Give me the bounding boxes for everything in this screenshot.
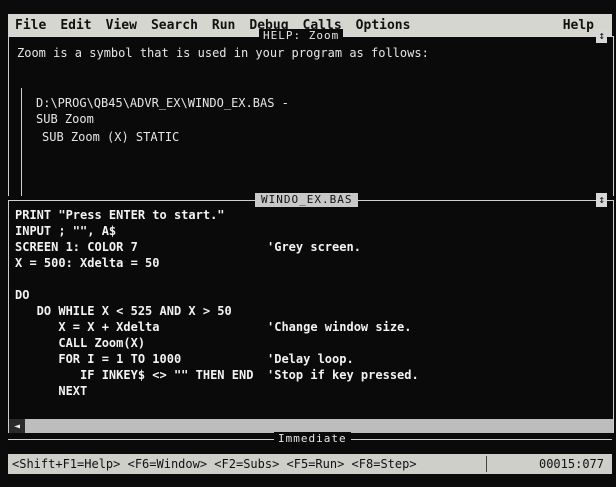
immediate-title-bar: Immediate — [8, 432, 612, 446]
code-text: DO WHILE X < 525 AND X > 50 — [15, 304, 232, 318]
horizontal-scrollbar[interactable]: ◄ — [9, 419, 613, 433]
code-line[interactable]: DO — [15, 287, 253, 303]
help-tree-sub[interactable]: SUB Zoom — [36, 112, 94, 127]
code-line[interactable]: FOR I = 1 TO 1000 — [15, 351, 253, 367]
help-tree-declaration[interactable]: SUB Zoom (X) STATIC — [42, 130, 179, 145]
code-line[interactable]: DO WHILE X < 525 AND X > 50 — [15, 303, 253, 319]
code-comment: 'Change window size. — [267, 320, 412, 334]
code-text: INPUT ; "", A$ — [15, 224, 117, 238]
code-editor[interactable]: PRINT "Press ENTER to start." INPUT ; "",… — [15, 207, 419, 399]
code-comment: 'Delay loop. — [267, 352, 354, 366]
code-line[interactable]: IF INKEY$ <> "" THEN END — [15, 367, 253, 383]
menu-file[interactable]: File — [8, 18, 53, 33]
maximize-icon[interactable]: ↕ — [596, 193, 607, 207]
code-text: DO — [15, 288, 30, 302]
help-tree-path[interactable]: D:\PROG\QB45\ADVR_EX\WINDO_EX.BAS - — [36, 96, 289, 111]
menu-options[interactable]: Options — [349, 18, 418, 33]
code-comment: 'Stop if key pressed. — [267, 368, 419, 382]
menu-search[interactable]: Search — [144, 18, 205, 33]
code-text: CALL Zoom(X) — [15, 336, 146, 350]
code-text: NEXT — [15, 384, 88, 398]
code-line[interactable]: SCREEN 1: COLOR 7 — [15, 239, 253, 255]
code-text: X = X + Xdelta — [15, 320, 160, 334]
status-bar: <Shift+F1=Help> <F6=Window> <F2=Subs> <F… — [8, 454, 612, 474]
shortcut-keys: <Shift+F1=Help> <F6=Window> <F2=Subs> <F… — [12, 456, 417, 471]
code-line[interactable]: NEXT — [15, 383, 253, 399]
code-line[interactable]: PRINT "Press ENTER to start." — [15, 207, 253, 223]
code-text: FOR I = 1 TO 1000 — [15, 352, 182, 366]
editor-title-bar: WINDO_EX.BAS ↕ — [9, 193, 613, 207]
status-divider — [486, 456, 487, 472]
code-line[interactable]: INPUT ; "", A$ — [15, 223, 253, 239]
editor-window[interactable]: WINDO_EX.BAS ↕ PRINT "Press ENTER to sta… — [8, 193, 614, 433]
code-text: IF INKEY$ <> "" THEN END — [15, 368, 254, 382]
menu-edit[interactable]: Edit — [53, 18, 98, 33]
code-text: PRINT "Press ENTER to start." — [15, 208, 225, 222]
code-text: X = 500: Xdelta = 50 — [15, 256, 160, 270]
code-comment: 'Grey screen. — [267, 240, 361, 254]
code-text: SCREEN 1: COLOR 7 — [15, 240, 138, 254]
menu-run[interactable]: Run — [205, 18, 242, 33]
cursor-position: 00015:077 — [538, 456, 604, 471]
qbasic-screen: File Edit View Search Run Debug Calls Op… — [8, 14, 614, 482]
help-symbol-tree: D:\PROG\QB45\ADVR_EX\WINDO_EX.BAS - SUB … — [21, 88, 342, 196]
help-window: HELP: Zoom ↕ Zoom is a symbol that is us… — [8, 29, 614, 196]
maximize-icon[interactable]: ↕ — [596, 29, 607, 43]
code-line[interactable]: CALL Zoom(X) — [15, 335, 253, 351]
scroll-thumb[interactable]: ◄ — [9, 419, 25, 433]
immediate-window-title[interactable]: Immediate — [274, 432, 351, 446]
code-line[interactable]: X = X + Xdelta — [15, 319, 253, 335]
code-line[interactable]: X = 500: Xdelta = 50 — [15, 255, 253, 271]
code-line[interactable] — [15, 271, 253, 287]
help-description: Zoom is a symbol that is used in your pr… — [17, 46, 429, 60]
editor-window-title: WINDO_EX.BAS — [255, 193, 359, 207]
menu-view[interactable]: View — [99, 18, 144, 33]
help-window-title: HELP: Zoom — [259, 29, 344, 43]
